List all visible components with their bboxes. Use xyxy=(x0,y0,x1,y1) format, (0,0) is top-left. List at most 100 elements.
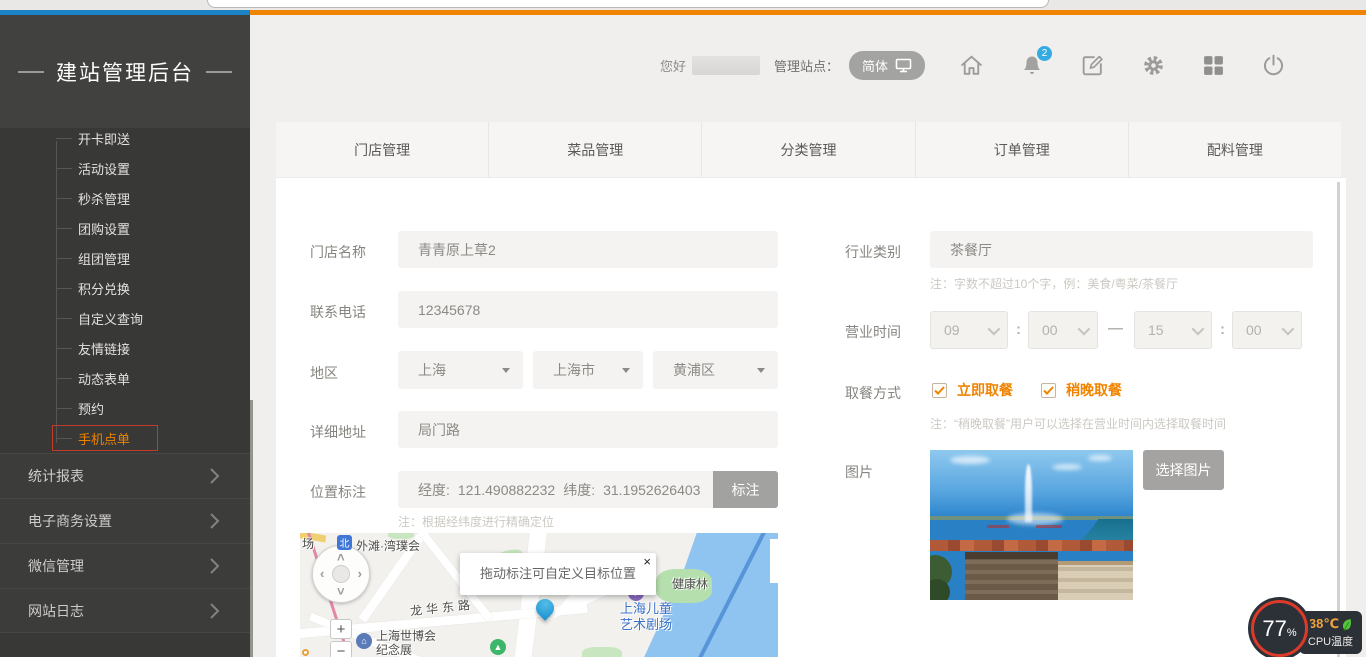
checkbox-later-pickup[interactable] xyxy=(1041,383,1056,398)
time-dash: — xyxy=(1108,320,1123,337)
phone-input[interactable]: 12345678 xyxy=(398,291,778,328)
store-name-input[interactable]: 青青原上草2 xyxy=(398,231,778,268)
open-minute-select[interactable]: 00 xyxy=(1028,311,1098,349)
tab-order-management[interactable]: 订单管理 xyxy=(916,122,1129,177)
address-bar[interactable] xyxy=(207,0,1049,8)
redacted-username xyxy=(692,56,760,75)
hours-label: 营业时间 xyxy=(845,322,901,342)
logout-button[interactable] xyxy=(1261,53,1286,78)
sidebar-item-dynamic-form[interactable]: 动态表单 xyxy=(0,363,250,393)
notifications-button[interactable]: 2 xyxy=(1020,53,1044,78)
sidebar-section-stats[interactable]: 统计报表 xyxy=(0,453,250,498)
browser-chrome xyxy=(0,0,1366,10)
cpu-temp-widget[interactable]: 38℃ CPU温度 xyxy=(1299,611,1362,654)
sidebar-section-ecommerce[interactable]: 电子商务设置 xyxy=(0,498,250,543)
tab-store-management[interactable]: 门店管理 xyxy=(276,122,489,177)
app-title: 建站管理后台 xyxy=(56,57,194,87)
sidebar-submenu: 开卡即送 活动设置 秒杀管理 团购设置 组团管理 积分兑换 自定义查询 友情链接… xyxy=(0,123,250,453)
location-map[interactable]: 场 外滩·湾璞会 龙华东路 健康林 上海儿童艺术剧场 上海世博会纪念展 ♪ ▲ … xyxy=(300,533,778,657)
tooltip-close-icon[interactable]: × xyxy=(643,554,651,569)
sidebar-item-custom-query[interactable]: 自定义查询 xyxy=(0,303,250,333)
close-minute-select[interactable]: 00 xyxy=(1232,311,1302,349)
industry-input[interactable]: 茶餐厅 xyxy=(930,231,1313,268)
museum-poi-icon: ⌂ xyxy=(356,633,372,649)
sidebar: 建站管理后台 开卡即送 活动设置 秒杀管理 团购设置 组团管理 积分兑换 自定义… xyxy=(0,15,250,657)
sidebar-item-booking[interactable]: 预约 xyxy=(0,393,250,423)
notification-badge: 2 xyxy=(1037,46,1052,61)
edit-button[interactable] xyxy=(1080,53,1105,78)
pan-left-icon[interactable]: ‹ xyxy=(320,567,324,580)
sidebar-item-groupbuy[interactable]: 团购设置 xyxy=(0,213,250,243)
cpu-temp-label: CPU温度 xyxy=(1308,633,1353,649)
park-poi-icon: ▲ xyxy=(490,639,506,655)
language-switch-button[interactable]: 简体 xyxy=(849,51,925,80)
chevron-right-icon xyxy=(209,468,220,484)
manage-site-label: 管理站点： xyxy=(774,56,839,75)
dropdown-caret-icon xyxy=(502,368,510,373)
sidebar-item-links[interactable]: 友情链接 xyxy=(0,333,250,363)
zoom-out-button[interactable]: − xyxy=(330,641,352,657)
map-pan-control[interactable]: ˄ ˅ ‹ › xyxy=(312,545,370,603)
map-label-park: 健康林 xyxy=(672,575,708,592)
location-note: 注：根据经纬度进行精确定位 xyxy=(398,513,554,530)
sidebar-scrollbar[interactable] xyxy=(250,400,253,657)
tab-ingredient-management[interactable]: 配料管理 xyxy=(1129,122,1341,177)
tab-dish-management[interactable]: 菜品管理 xyxy=(489,122,702,177)
monitor-icon xyxy=(895,58,912,73)
pan-down-icon[interactable]: ˅ xyxy=(337,585,345,598)
pan-up-icon[interactable]: ˄ xyxy=(337,551,345,564)
coordinates-box[interactable]: 经度: 121.490882232 纬度: 31.1952626403 xyxy=(398,471,713,508)
sidebar-section-logs[interactable]: 网站日志 xyxy=(0,588,250,633)
map-type-satellite-button[interactable]: 卫星 xyxy=(770,539,778,583)
later-pickup-label[interactable]: 稍晚取餐 xyxy=(1066,380,1122,400)
settings-button[interactable] xyxy=(1141,53,1166,78)
location-label: 位置标注 xyxy=(310,482,366,502)
region-label: 地区 xyxy=(310,363,338,383)
open-hour-select[interactable]: 09 xyxy=(930,311,1008,349)
address-input[interactable]: 局门路 xyxy=(398,411,778,448)
close-hour-select[interactable]: 15 xyxy=(1134,311,1212,349)
dropdown-caret-icon xyxy=(757,368,765,373)
apps-button[interactable] xyxy=(1202,54,1225,77)
time-colon: : xyxy=(1016,321,1021,338)
map-dot xyxy=(302,649,309,656)
chevron-down-icon xyxy=(1192,322,1205,335)
sidebar-item-flashsale[interactable]: 秒杀管理 xyxy=(0,183,250,213)
chevron-right-icon xyxy=(209,558,220,574)
topbar-orange xyxy=(250,10,1366,15)
city-select[interactable]: 上海市 xyxy=(533,351,643,389)
checkbox-immediate-pickup[interactable] xyxy=(932,383,947,398)
pan-center-knob[interactable] xyxy=(332,565,350,583)
cpu-usage-circle[interactable]: 77 % xyxy=(1251,600,1308,657)
province-select[interactable]: 上海 xyxy=(398,351,523,389)
chevron-right-icon xyxy=(209,513,220,529)
zoom-in-button[interactable]: + xyxy=(330,619,352,639)
sidebar-item-mobile-order[interactable]: 手机点单 xyxy=(0,423,250,453)
check-icon xyxy=(1043,386,1054,395)
pickup-label: 取餐方式 xyxy=(845,383,901,403)
sidebar-item-teambuy[interactable]: 组团管理 xyxy=(0,243,250,273)
district-select[interactable]: 黄浦区 xyxy=(653,351,778,389)
greeting-text: 您好 xyxy=(660,56,686,75)
tooltip-text: 拖动标注可自定义目标位置 xyxy=(460,553,656,595)
choose-image-button[interactable]: 选择图片 xyxy=(1143,450,1224,490)
time-colon: : xyxy=(1220,321,1225,338)
north-badge: 北 xyxy=(337,535,352,550)
panel-scrollbar[interactable] xyxy=(1337,182,1340,657)
pan-right-icon[interactable]: › xyxy=(358,567,362,580)
home-icon xyxy=(959,53,984,78)
pickup-options: 立即取餐 稍晚取餐 xyxy=(932,380,1122,400)
chevron-down-icon xyxy=(988,322,1001,335)
dropdown-caret-icon xyxy=(622,368,630,373)
chevron-down-icon xyxy=(1282,322,1295,335)
lng-label: 经度: xyxy=(418,480,450,500)
cpu-temp-value: 38℃ xyxy=(1309,616,1339,632)
immediate-pickup-label[interactable]: 立即取餐 xyxy=(957,380,1013,400)
sidebar-section-wechat[interactable]: 微信管理 xyxy=(0,543,250,588)
sidebar-item-activity[interactable]: 活动设置 xyxy=(0,153,250,183)
leaf-icon xyxy=(1341,618,1352,631)
sidebar-item-points[interactable]: 积分兑换 xyxy=(0,273,250,303)
home-button[interactable] xyxy=(959,53,984,78)
tab-category-management[interactable]: 分类管理 xyxy=(702,122,915,177)
mark-location-button[interactable]: 标注 xyxy=(713,471,778,508)
